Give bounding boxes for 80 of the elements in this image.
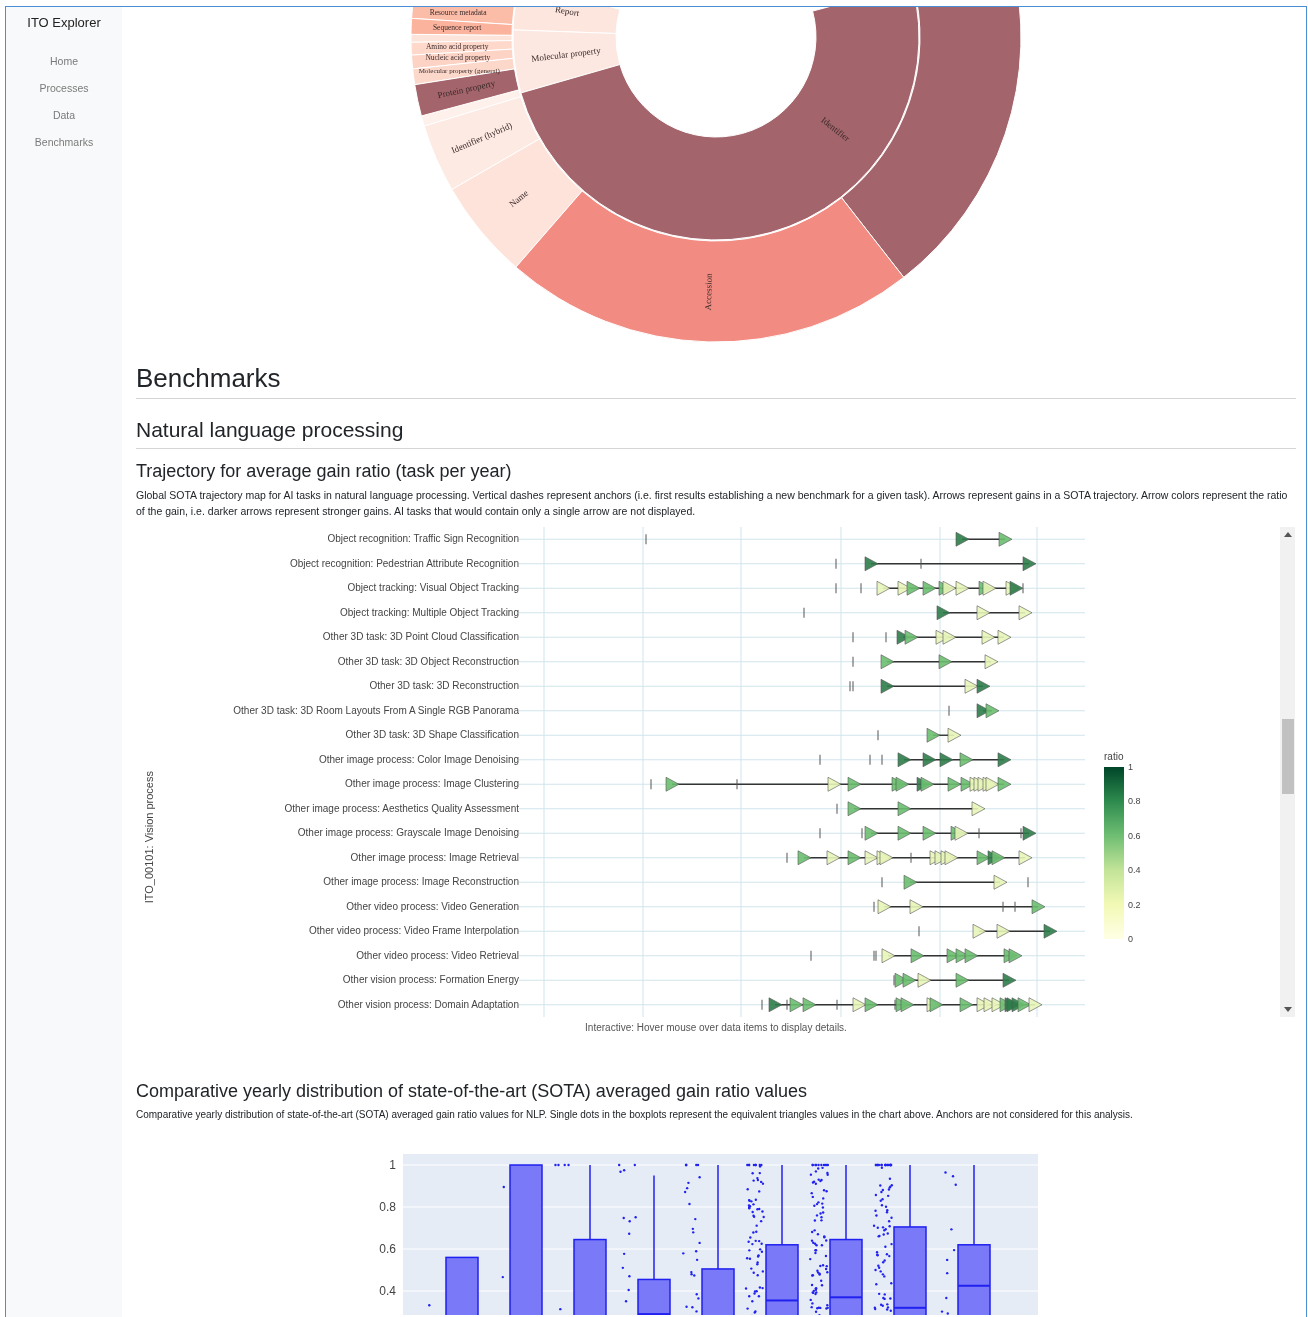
trajectory[interactable] (786, 850, 1033, 866)
row-label: Other 3D task: 3D Reconstruction (369, 679, 519, 693)
row-label: Other vision process: Formation Energy (342, 973, 519, 987)
trajectory[interactable] (852, 654, 999, 670)
legend-tick-label: 1 (1128, 762, 1134, 772)
box-plot[interactable] (765, 1164, 799, 1315)
trajectory[interactable] (893, 972, 1017, 988)
row-label: Object recognition: Pedestrian Attribute Recognition (289, 556, 519, 571)
segment-label: Report (554, 7, 581, 19)
axis-tick-label: 1 (389, 1158, 396, 1172)
row-label: Other video process: Video Frame Interpolation (309, 924, 519, 938)
chart-description: Comparative yearly distribution of state-of-the-art (SOTA) averaged gain ratio values for NLP. Single dots in the boxplots represent the equivalent triangles values in the chart above. Anchors are not considered for this analysis. (136, 1108, 1134, 1122)
box-plot[interactable] (893, 1164, 927, 1315)
sunburst-segment[interactable] (423, 96, 540, 190)
chart-caption: Interactive: Hover mouse over data items to display details. (584, 1021, 848, 1035)
sunburst-segment[interactable] (410, 17, 513, 36)
scrollbar-thumb[interactable] (1281, 719, 1294, 794)
trajectory[interactable] (835, 556, 1037, 572)
row-label: Other image process: Grayscale Image Denoising (297, 826, 519, 840)
nav-link[interactable]: Home (50, 54, 78, 68)
row-label: Other image process: Image Clustering (345, 777, 519, 791)
legend-tick-label: 0.8 (1128, 796, 1141, 807)
trajectory[interactable] (819, 752, 1012, 768)
row-label: Other 3D task: 3D Room Layouts From A Single RGB Panorama (233, 703, 519, 718)
row-label: Object recognition: Traffic Sign Recognition (327, 532, 519, 546)
box-plot[interactable] (829, 1164, 863, 1315)
axis-tick-label: 0.4 (379, 1284, 396, 1298)
trajectory[interactable] (819, 825, 1037, 841)
sunburst-segment[interactable] (414, 68, 520, 117)
chart-title: Comparative yearly distribution of state-of-the-art (SOTA) averaged gain ratio values (136, 1080, 808, 1102)
row-label: Other image process: Aesthetics Quality Assessment (284, 801, 519, 816)
row-label: Other vision process: Domain Adaptation (337, 997, 519, 1012)
scroll-down-icon[interactable] (1283, 1007, 1292, 1012)
legend-title: ratio (1104, 751, 1125, 763)
nav-link[interactable]: Processes (39, 81, 89, 95)
trajectory[interactable] (881, 874, 1029, 890)
row-label: Other image process: Color Image Denoising (318, 752, 519, 767)
section-heading: Natural language processing (136, 417, 405, 443)
chart-description: Global SOTA trajectory map for AI tasks in natural language processing. Vertical dashes represent anchors (i.e. first results establishing a new benchmark for a given task). Arrows represent gains in a SOTA trajectory. Arrow colors represent the ratio of the gain, i.e. darker arrows represent stronger gains. AI tasks that would contain only a single arrow are not displayed. (136, 488, 1289, 519)
sunburst-segment[interactable] (411, 7, 516, 26)
row-label: Other video process: Video Retrieval (356, 948, 519, 963)
trajectory[interactable] (849, 678, 991, 694)
axis-tick-label: 0.6 (379, 1242, 396, 1256)
legend-tick-label: 0.6 (1128, 830, 1141, 841)
axis-tick-label: 0.8 (379, 1200, 396, 1214)
box-plot[interactable] (957, 1164, 991, 1315)
scrollbar[interactable] (1280, 527, 1295, 1017)
page-heading: Benchmarks (136, 362, 282, 394)
trajectory[interactable] (918, 923, 1058, 939)
nav-link[interactable]: Benchmarks (34, 135, 94, 149)
box-plot[interactable] (701, 1164, 735, 1315)
app-title: ITO Explorer (27, 14, 101, 31)
segment-label: Accession (702, 273, 714, 311)
trajectory[interactable] (650, 776, 1012, 792)
chart-title: Trajectory for average gain ratio (task per year) (136, 460, 513, 482)
row-label: Other 3D task: 3D Object Reconstruction (337, 654, 519, 669)
legend-tick-label: 0.4 (1128, 865, 1141, 876)
scroll-up-icon[interactable] (1283, 532, 1292, 537)
row-label: Other 3D task: 3D Shape Classification (345, 728, 519, 742)
box-plot[interactable] (573, 1164, 607, 1315)
nav-link[interactable]: Data (52, 108, 76, 122)
row-label: Other image process: Image Reconstruction (323, 875, 519, 889)
sunburst-segment[interactable] (512, 29, 621, 94)
trajectory[interactable] (852, 629, 1012, 645)
segment-label: Protein property (436, 78, 497, 101)
row-label: Object tracking: Visual Object Tracking (347, 581, 519, 595)
legend-tick-label: 0.2 (1128, 899, 1141, 910)
segment-label: Molecular property (530, 45, 602, 64)
sunburst-segment[interactable] (451, 138, 583, 268)
legend-tick-label: 0 (1128, 933, 1134, 944)
row-label: Other image process: Image Retrieval (350, 850, 519, 865)
trajectory[interactable] (873, 899, 1046, 915)
row-label: Other 3D task: 3D Point Cloud Classification (322, 630, 519, 644)
trajectory[interactable] (836, 801, 986, 817)
row-label: Object tracking: Multiple Object Tracking (340, 605, 519, 620)
trajectory[interactable] (761, 997, 1043, 1013)
row-label: Other video process: Video Generation (346, 899, 519, 914)
axis-title: ITO_00101: Vision process (142, 771, 156, 904)
box-plot[interactable] (637, 1174, 671, 1315)
point-cloud (428, 1304, 431, 1307)
